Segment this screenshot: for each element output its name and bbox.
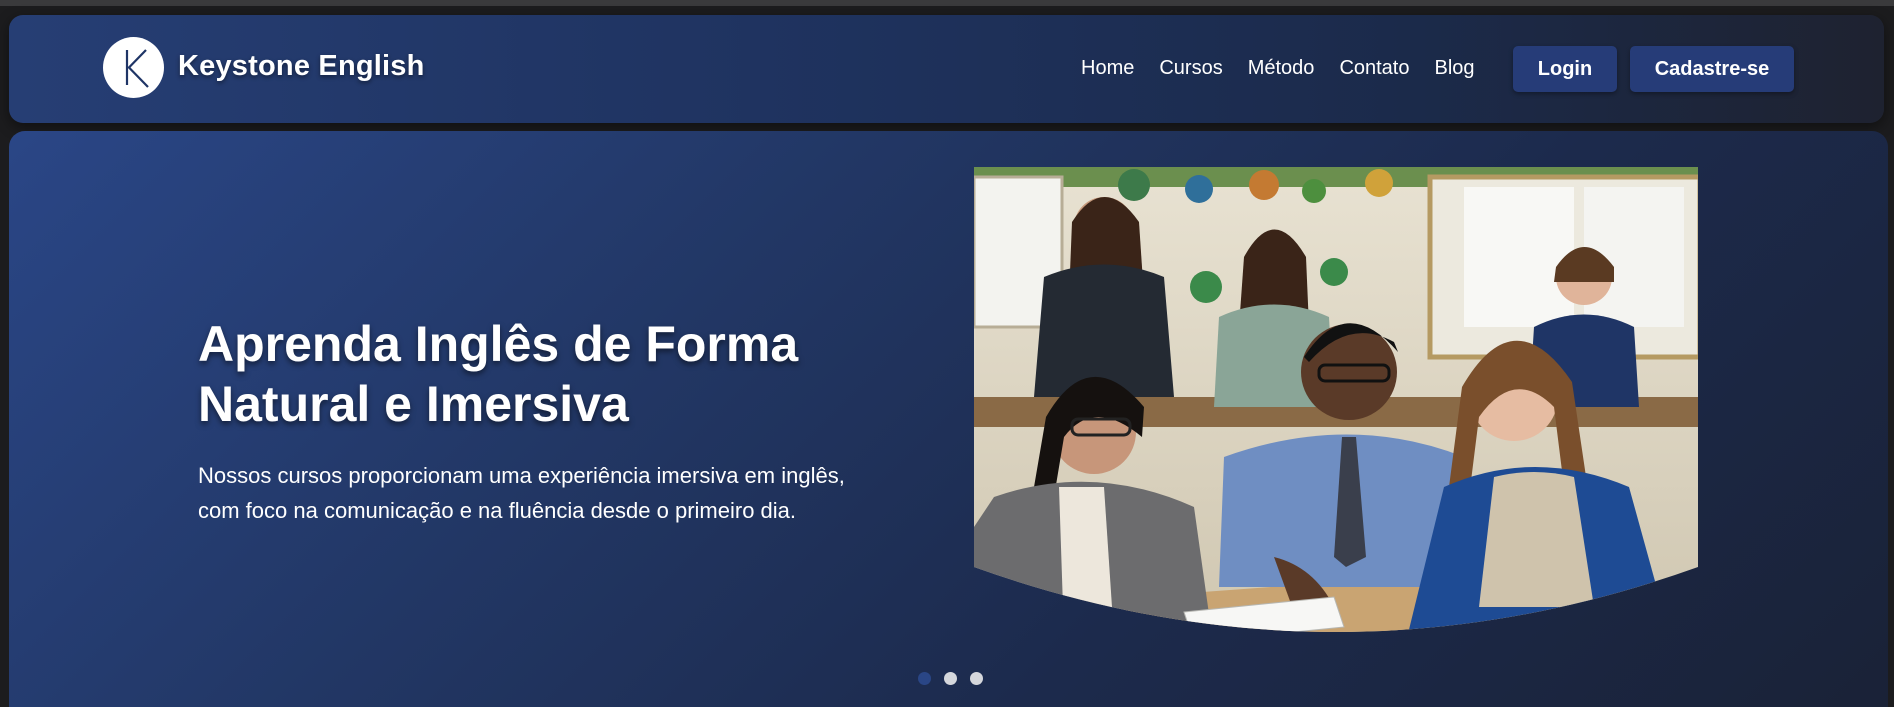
nav-home[interactable]: Home <box>1081 57 1134 80</box>
hero-title-line2: Natural e Imersiva <box>198 376 629 432</box>
hero-desc-line2: com foco na comunicação e na fluência de… <box>198 498 797 523</box>
hero-title-line1: Aprenda Inglês de Forma <box>198 316 799 372</box>
hero-title: Aprenda Inglês de Forma Natural e Imersi… <box>198 314 898 434</box>
hero-desc-line1: Nossos cursos proporcionam uma experiênc… <box>198 463 845 488</box>
hero-description: Nossos cursos proporcionam uma experiênc… <box>198 458 898 528</box>
carousel-dot-3[interactable] <box>970 672 983 685</box>
k-monogram-icon <box>125 49 149 88</box>
nav-blog[interactable]: Blog <box>1435 57 1475 80</box>
nav-metodo[interactable]: Método <box>1248 57 1315 80</box>
browser-top-strip <box>0 0 1894 6</box>
carousel-indicators <box>918 672 983 685</box>
brand-name[interactable]: Keystone English <box>178 50 425 83</box>
login-button[interactable]: Login <box>1513 46 1617 92</box>
carousel-dot-2[interactable] <box>944 672 957 685</box>
logo[interactable] <box>103 37 164 98</box>
nav-contato[interactable]: Contato <box>1339 57 1409 80</box>
nav-cursos[interactable]: Cursos <box>1159 57 1222 80</box>
main-nav: Home Cursos Método Contato Blog <box>1081 57 1475 80</box>
navbar: Keystone English Home Cursos Método Cont… <box>9 15 1884 123</box>
hero-classroom-image <box>974 167 1698 632</box>
signup-button[interactable]: Cadastre-se <box>1630 46 1794 92</box>
hero-section: Aprenda Inglês de Forma Natural e Imersi… <box>9 131 1888 707</box>
carousel-dot-1[interactable] <box>918 672 931 685</box>
